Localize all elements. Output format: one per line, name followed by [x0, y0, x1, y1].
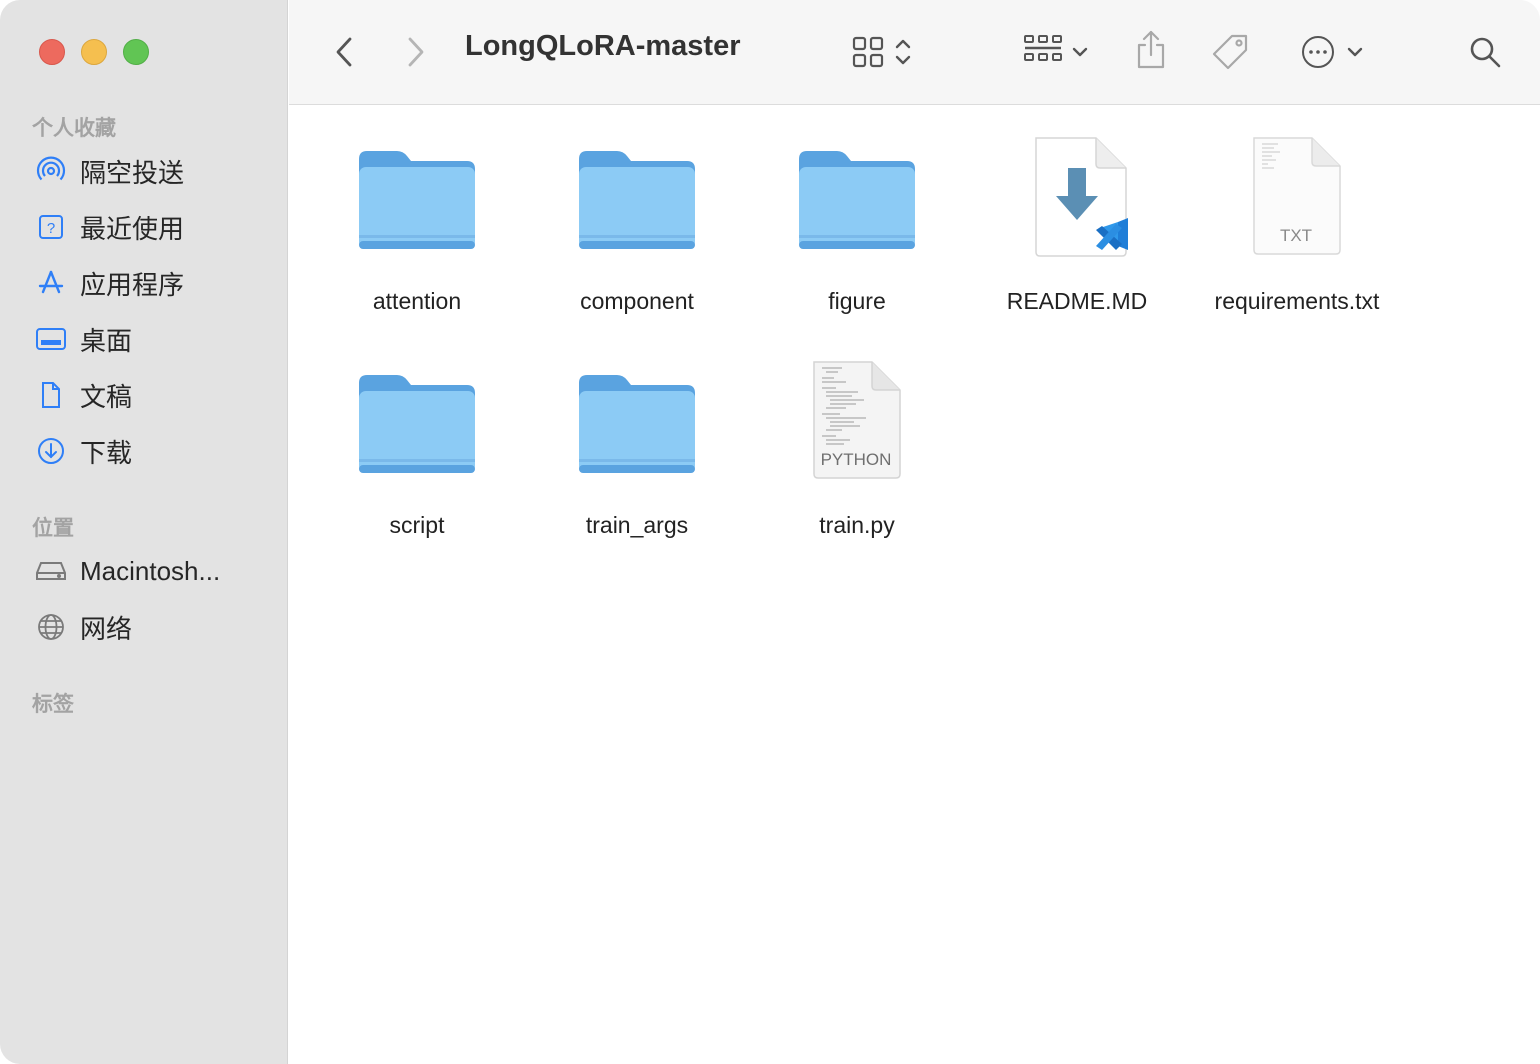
share-icon: [1137, 30, 1165, 69]
sidebar-item-recents[interactable]: ? 最近使用: [34, 207, 274, 247]
svg-text:?: ?: [47, 220, 55, 237]
group-by-button[interactable]: [1019, 30, 1093, 74]
file-item-figure[interactable]: figure: [747, 134, 967, 344]
sidebar-item-label: 最近使用: [80, 213, 185, 244]
share-button[interactable]: [1131, 26, 1171, 74]
chevron-updown-icon: [895, 39, 911, 65]
sidebar-item-documents[interactable]: 文稿: [34, 375, 274, 415]
sidebar-item-label: 网络: [80, 613, 133, 644]
chevron-down-icon: [1347, 47, 1363, 57]
file-name: component: [580, 288, 694, 314]
applications-icon: [34, 266, 68, 300]
sidebar-item-applications[interactable]: 应用程序: [34, 263, 274, 303]
file-item-attention[interactable]: attention: [307, 134, 527, 344]
tag-button[interactable]: [1207, 30, 1253, 74]
sidebar-item-label: 应用程序: [80, 269, 185, 300]
view-mode-button[interactable]: [843, 32, 921, 72]
folder-icon: [792, 134, 922, 264]
document-icon: [34, 378, 68, 412]
download-icon: [34, 434, 68, 468]
back-button[interactable]: [327, 32, 361, 72]
file-name: figure: [828, 288, 886, 314]
sidebar-item-label: 文稿: [80, 381, 133, 412]
file-item-requirements[interactable]: TXT requirements.txt: [1187, 134, 1407, 344]
chevron-right-icon: [408, 37, 424, 67]
file-name: train.py: [819, 512, 895, 538]
sidebar: 个人收藏 隔空投送 ? 最近使用 应用程序 桌面 文稿 下载 位置 Macint…: [0, 0, 288, 1064]
window-controls: [39, 39, 149, 65]
group-by-icon: [1024, 35, 1062, 61]
search-icon: [1470, 37, 1501, 68]
file-grid: attention component figure README.MD TXT…: [289, 106, 1540, 1064]
sidebar-section-tags: 标签: [32, 693, 74, 716]
file-item-readme[interactable]: README.MD: [967, 134, 1187, 344]
more-actions-button[interactable]: [1293, 30, 1371, 74]
sidebar-item-desktop[interactable]: 桌面: [34, 319, 274, 359]
toolbar: LongQLoRA-master: [289, 0, 1540, 105]
sidebar-item-airdrop[interactable]: 隔空投送: [34, 151, 274, 191]
file-name: attention: [372, 288, 462, 314]
folder-icon: [352, 358, 482, 488]
folder-icon: [352, 134, 482, 264]
more-icon: [1302, 36, 1334, 68]
finder-window: 个人收藏 隔空投送 ? 最近使用 应用程序 桌面 文稿 下载 位置 Macint…: [0, 0, 1540, 1064]
vscode-document-icon: [1012, 134, 1142, 264]
sidebar-item-network[interactable]: 网络: [34, 607, 274, 647]
folder-icon: [572, 358, 702, 488]
network-icon: [34, 610, 68, 644]
sidebar-item-label: 桌面: [80, 325, 133, 356]
search-button[interactable]: [1465, 32, 1505, 72]
file-type-badge: PYTHON: [820, 450, 892, 469]
minimize-button[interactable]: [81, 39, 107, 65]
airdrop-icon: [34, 154, 68, 188]
sidebar-item-label: Macintosh...: [80, 555, 221, 586]
file-item-component[interactable]: component: [527, 134, 747, 344]
recents-icon: ?: [34, 210, 68, 244]
file-item-train-args[interactable]: train_args: [527, 358, 747, 568]
sidebar-section-locations: 位置: [32, 517, 74, 540]
close-button[interactable]: [39, 39, 65, 65]
sidebar-item-downloads[interactable]: 下载: [34, 431, 274, 471]
text-document-icon: TXT: [1232, 134, 1362, 264]
file-item-train-py[interactable]: PYTHON train.py: [747, 358, 967, 568]
drive-icon: [34, 554, 68, 588]
file-name: README.MD: [1006, 288, 1148, 314]
chevron-left-icon: [336, 37, 352, 67]
file-name: train_args: [585, 512, 689, 538]
forward-button[interactable]: [399, 32, 433, 72]
python-document-icon: PYTHON: [792, 358, 922, 488]
file-name: requirements.txt: [1214, 288, 1380, 314]
zoom-button[interactable]: [123, 39, 149, 65]
folder-icon: [572, 134, 702, 264]
sidebar-section-favorites: 个人收藏: [32, 117, 116, 140]
sidebar-item-macintosh[interactable]: Macintosh...: [34, 551, 274, 591]
chevron-down-icon: [1072, 47, 1088, 57]
file-name: script: [389, 512, 445, 538]
file-item-script[interactable]: script: [307, 358, 527, 568]
desktop-icon: [34, 322, 68, 356]
tag-icon: [1212, 34, 1248, 70]
window-title: LongQLoRA-master: [465, 30, 741, 62]
grid-view-icon: [852, 36, 884, 68]
file-type-badge: TXT: [1279, 226, 1313, 245]
sidebar-item-label: 下载: [80, 437, 133, 468]
sidebar-item-label: 隔空投送: [80, 157, 185, 188]
